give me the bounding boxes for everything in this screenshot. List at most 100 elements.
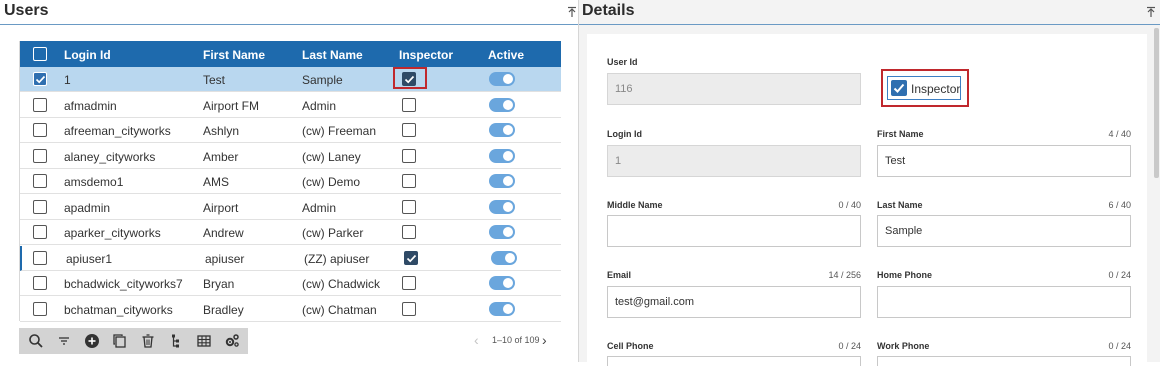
cell-last-name: (cw) Laney <box>302 149 361 164</box>
cell-login-id: 1 <box>64 73 71 87</box>
scrollbar-thumb[interactable] <box>1154 28 1159 178</box>
filter-icon[interactable] <box>56 333 72 349</box>
last-name-label: Last Name <box>877 200 923 210</box>
cell-first-name: Andrew <box>203 226 244 240</box>
row-select-checkbox[interactable] <box>33 72 47 86</box>
inspector-highlight: Inspector <box>881 69 969 107</box>
page-count: 1–10 of 109 <box>492 335 540 345</box>
row-select-checkbox[interactable] <box>33 97 47 112</box>
work-phone-field[interactable] <box>877 356 1131 366</box>
active-toggle[interactable] <box>489 225 515 239</box>
inspector-checkbox[interactable] <box>402 276 416 290</box>
user-id-field: 116 <box>607 73 861 105</box>
login-id-field: 1 <box>607 145 861 177</box>
table-row[interactable]: bchadwick_cityworks7 Bryan (cw) Chadwick <box>20 271 561 296</box>
inspector-checkbox[interactable] <box>402 123 416 137</box>
work-phone-counter: 0 / 24 <box>1108 341 1131 351</box>
table-row[interactable]: bchatman_cityworks Bradley (cw) Chatman <box>20 296 561 322</box>
row-select-checkbox[interactable] <box>33 199 47 214</box>
cell-last-name: (cw) Chadwick <box>302 277 381 291</box>
cell-first-name: apiuser <box>205 251 245 266</box>
table-row[interactable]: amsdemo1 AMS (cw) Demo <box>20 169 561 194</box>
next-page-button[interactable]: › <box>542 333 547 347</box>
cell-login-id: afmadmin <box>64 98 117 113</box>
first-name-field[interactable]: Test <box>877 145 1131 177</box>
first-name-label: First Name <box>877 129 924 139</box>
row-select-checkbox[interactable] <box>33 301 47 316</box>
cell-last-name: (cw) Freeman <box>302 124 377 138</box>
row-select-checkbox[interactable] <box>33 148 47 163</box>
email-field[interactable]: test@gmail.com <box>607 286 861 318</box>
cell-phone-counter: 0 / 24 <box>838 341 861 351</box>
email-counter: 14 / 256 <box>828 270 861 280</box>
select-all-checkbox[interactable] <box>33 47 47 61</box>
cell-first-name: Airport FM <box>203 98 260 113</box>
last-name-counter: 6 / 40 <box>1108 200 1131 210</box>
active-toggle[interactable] <box>489 148 515 163</box>
inspector-checkbox[interactable]: Inspector <box>887 76 961 100</box>
row-select-checkbox[interactable] <box>33 250 47 265</box>
active-toggle[interactable] <box>489 301 515 316</box>
table-row[interactable]: apiuser1 apiuser (ZZ) apiuser <box>20 245 561 271</box>
first-name-counter: 4 / 40 <box>1108 129 1131 139</box>
table-row[interactable]: alaney_cityworks Amber (cw) Laney <box>20 143 561 169</box>
table-row[interactable]: 1 Test Sample <box>20 67 561 92</box>
middle-name-field[interactable] <box>607 215 861 247</box>
column-header-first-name[interactable]: First Name <box>203 48 265 62</box>
table-row[interactable]: afmadmin Airport FM Admin <box>20 92 561 118</box>
cell-login-id: apiuser1 <box>66 251 113 266</box>
title-divider <box>579 24 1160 25</box>
add-icon[interactable] <box>84 333 100 349</box>
user-id-label: User Id <box>607 57 638 67</box>
inspector-checkbox[interactable] <box>402 97 416 112</box>
cell-login-id: bchadwick_cityworks7 <box>64 277 183 291</box>
column-header-inspector[interactable]: Inspector <box>399 48 453 62</box>
active-toggle[interactable] <box>489 199 515 214</box>
column-header-last-name[interactable]: Last Name <box>302 48 363 62</box>
title-divider <box>0 24 578 25</box>
column-header-active[interactable]: Active <box>488 48 524 62</box>
delete-icon[interactable] <box>140 333 156 349</box>
inspector-checkbox[interactable] <box>402 199 416 214</box>
row-select-checkbox[interactable] <box>33 276 47 290</box>
settings-icon[interactable] <box>224 333 240 349</box>
pin-icon[interactable] <box>1145 6 1157 18</box>
table-icon[interactable] <box>196 333 212 349</box>
pin-icon[interactable] <box>566 6 578 18</box>
active-toggle[interactable] <box>489 123 515 137</box>
cell-phone-field[interactable] <box>607 356 861 366</box>
table-row[interactable]: aparker_cityworks Andrew (cw) Parker <box>20 220 561 245</box>
inspector-checkbox[interactable] <box>404 250 418 265</box>
last-name-field[interactable]: Sample <box>877 215 1131 247</box>
active-toggle[interactable] <box>491 250 517 265</box>
inspector-checkbox[interactable] <box>402 174 416 188</box>
cell-first-name: Airport <box>203 200 239 215</box>
inspector-checkbox[interactable] <box>402 225 416 239</box>
table-row[interactable]: afreeman_cityworks Ashlyn (cw) Freeman <box>20 118 561 143</box>
copy-icon[interactable] <box>112 333 128 349</box>
row-select-checkbox[interactable] <box>33 123 47 137</box>
active-toggle[interactable] <box>489 174 515 188</box>
column-header-login-id[interactable]: Login Id <box>64 48 111 62</box>
grid-header: Login Id First Name Last Name Inspector … <box>20 41 561 67</box>
cell-last-name: (cw) Demo <box>302 175 361 189</box>
cell-last-name: Admin <box>302 200 337 215</box>
active-toggle[interactable] <box>489 276 515 290</box>
previous-page-button[interactable]: ‹ <box>474 333 479 347</box>
active-toggle[interactable] <box>489 97 515 112</box>
inspector-checkbox[interactable] <box>402 148 416 163</box>
hierarchy-icon[interactable] <box>168 333 184 349</box>
home-phone-field[interactable] <box>877 286 1131 318</box>
cell-first-name: Bradley <box>203 302 244 317</box>
active-toggle[interactable] <box>489 72 515 86</box>
table-row[interactable]: apadmin Airport Admin <box>20 194 561 220</box>
row-select-checkbox[interactable] <box>33 225 47 239</box>
inspector-label: Inspector <box>911 82 961 96</box>
checkbox-checked-icon <box>891 80 907 96</box>
row-select-checkbox[interactable] <box>33 174 47 188</box>
search-icon[interactable] <box>28 333 44 349</box>
inspector-checkbox[interactable] <box>402 301 416 316</box>
cell-login-id: apadmin <box>64 200 111 215</box>
work-phone-label: Work Phone <box>877 341 930 351</box>
cell-login-id: afreeman_cityworks <box>64 124 171 138</box>
